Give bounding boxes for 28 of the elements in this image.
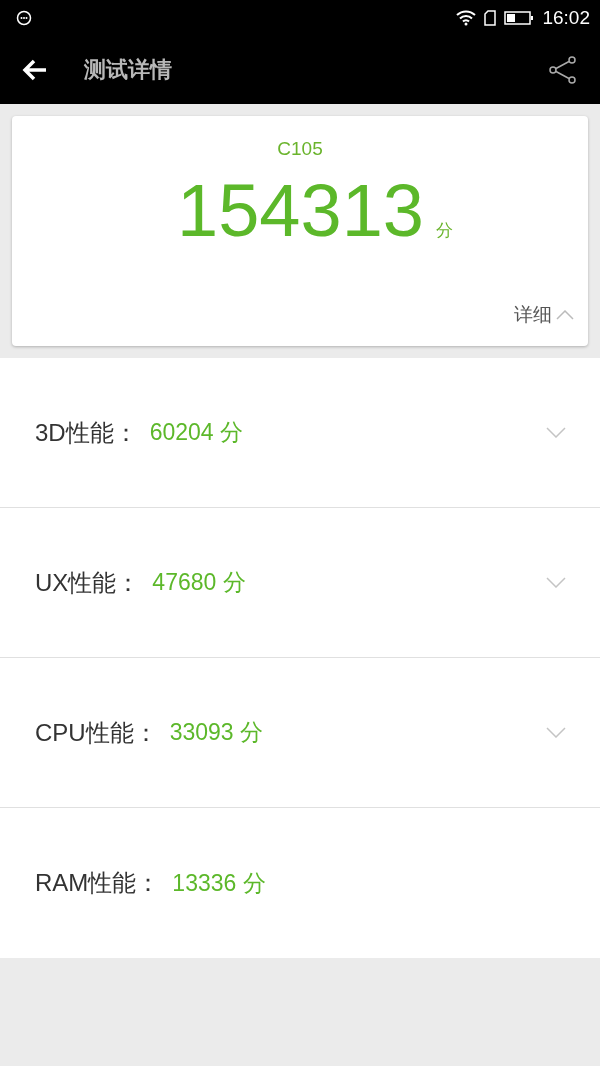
chevron-down-icon <box>546 727 566 738</box>
category-label: 3D性能： <box>35 417 138 448</box>
category-label: UX性能： <box>35 567 141 598</box>
total-score: 154313 <box>177 174 424 248</box>
back-arrow-icon[interactable] <box>22 59 48 81</box>
screen-title: 测试详情 <box>84 56 172 84</box>
details-toggle[interactable]: 详细 <box>514 302 574 328</box>
category-label: RAM性能： <box>35 868 161 898</box>
device-name: C105 <box>277 138 323 160</box>
score-row[interactable]: UX性能： 47680 分 <box>0 508 600 658</box>
wifi-icon <box>456 10 477 26</box>
score-row[interactable]: CPU性能： 33093 分 <box>0 658 600 808</box>
clock: 16:02 <box>542 7 590 29</box>
score-row[interactable]: 3D性能： 60204 分 <box>0 358 600 508</box>
category-score: 33093 分 <box>169 718 264 747</box>
score-row[interactable]: RAM性能： 13336 分 <box>0 808 600 958</box>
sim-card-icon <box>484 10 497 26</box>
category-label: CPU性能： <box>35 717 158 748</box>
chevron-up-icon <box>556 310 574 320</box>
score-unit: 分 <box>435 219 453 242</box>
notification-icon <box>16 10 32 26</box>
category-score: 13336 分 <box>172 868 266 898</box>
share-icon[interactable] <box>548 56 578 84</box>
chevron-down-icon <box>546 427 566 438</box>
battery-icon <box>504 10 535 26</box>
chevron-down-icon <box>546 577 566 588</box>
category-score: 47680 分 <box>152 568 246 597</box>
category-score: 60204 分 <box>149 418 244 447</box>
